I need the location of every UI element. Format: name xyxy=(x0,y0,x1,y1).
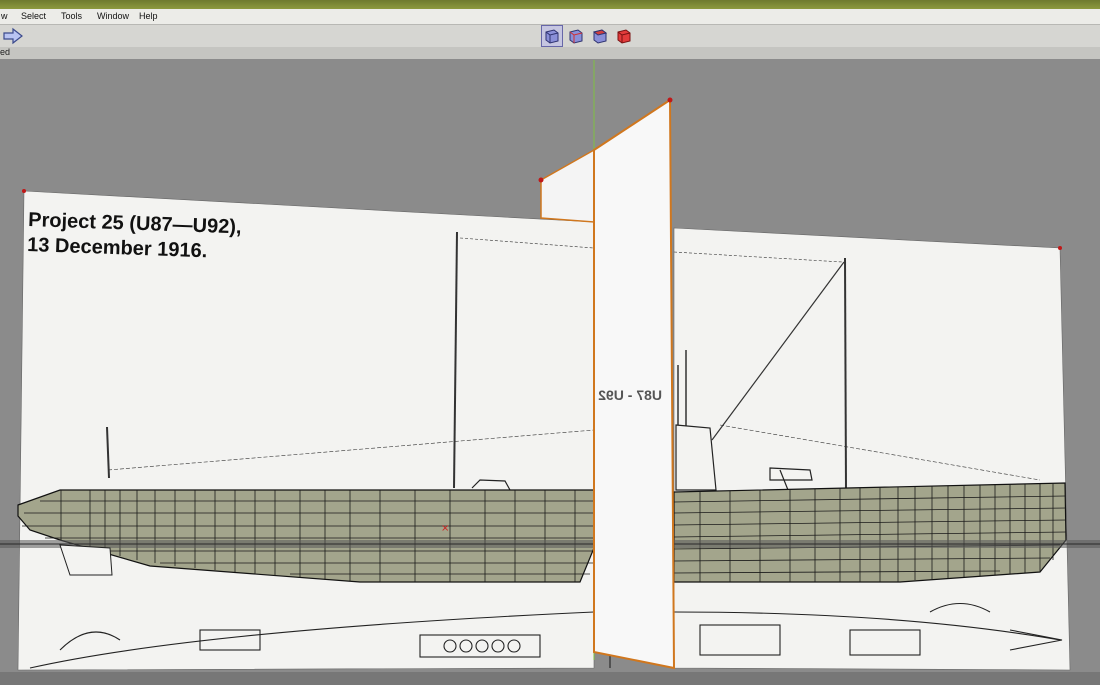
bottom-strip xyxy=(0,672,1100,685)
window-title-strip xyxy=(0,0,1100,9)
section-plane-label: U87 - U92 xyxy=(598,387,662,403)
status-line: ed xyxy=(0,47,1100,59)
menu-window[interactable]: Window xyxy=(97,11,129,21)
selected-vertex-marker[interactable]: × xyxy=(441,523,449,534)
3d-viewport[interactable]: Project 25 (U87—U92), 13 December 1916. xyxy=(0,60,1100,685)
blueprint-plane-right[interactable] xyxy=(673,227,1071,671)
menu-tools[interactable]: Tools xyxy=(61,11,82,21)
toolbar xyxy=(0,25,1100,48)
side-view-icon[interactable] xyxy=(566,26,586,46)
status-text: ed xyxy=(0,47,11,57)
menu-select[interactable]: Select xyxy=(21,11,46,21)
section-plane[interactable] xyxy=(593,98,676,670)
menu-view[interactable]: w xyxy=(1,11,8,21)
blueprint-plane-left[interactable] xyxy=(17,190,595,671)
perspective-view-icon[interactable] xyxy=(614,26,634,46)
ground-plane-line xyxy=(0,540,1100,548)
front-view-icon[interactable] xyxy=(541,25,563,47)
menu-bar: w Select Tools Window Help xyxy=(0,9,1100,25)
section-plane-back[interactable] xyxy=(540,148,595,223)
forward-arrow-icon[interactable] xyxy=(2,27,24,45)
top-view-icon[interactable] xyxy=(590,26,610,46)
menu-help[interactable]: Help xyxy=(139,11,158,21)
